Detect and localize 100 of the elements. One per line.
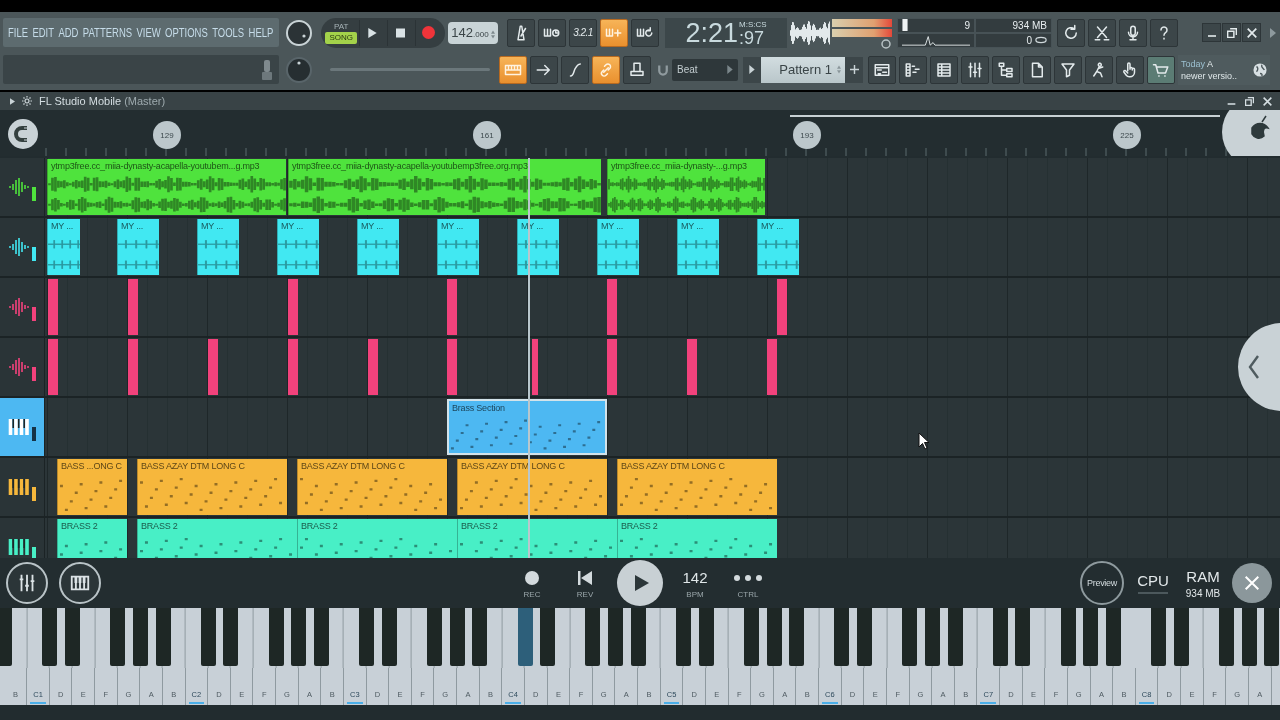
playlist-clip[interactable] bbox=[687, 339, 697, 395]
sharp-key[interactable] bbox=[1151, 608, 1167, 666]
playlist-clip[interactable]: ytmp3free.cc_miia-dynasty-...g.mp3 bbox=[607, 159, 765, 215]
menu-item[interactable]: HELP bbox=[248, 24, 274, 41]
playlist-clip[interactable] bbox=[777, 279, 787, 335]
sharp-key[interactable] bbox=[155, 608, 171, 666]
playlist-clip[interactable]: MY ... bbox=[197, 219, 239, 275]
countdown-button[interactable]: 3.2.1 bbox=[569, 18, 597, 47]
track-header[interactable] bbox=[0, 158, 45, 216]
cart-button[interactable] bbox=[1147, 55, 1175, 84]
sharp-key[interactable] bbox=[947, 608, 963, 666]
track-header[interactable] bbox=[0, 338, 45, 396]
tempo-field[interactable]: 142.000 bbox=[448, 21, 498, 44]
sharp-key[interactable] bbox=[1173, 608, 1189, 666]
playlist-clip[interactable]: MY ... bbox=[47, 219, 80, 275]
sharp-key[interactable] bbox=[427, 608, 443, 666]
sharp-key[interactable] bbox=[313, 608, 329, 666]
playlist-clip[interactable] bbox=[128, 339, 138, 395]
sharp-key[interactable] bbox=[132, 608, 148, 666]
playlist-clip[interactable] bbox=[767, 339, 777, 395]
playlist-clip[interactable]: MY ... bbox=[437, 219, 479, 275]
sharp-key[interactable] bbox=[630, 608, 646, 666]
playlist-clip[interactable]: BRASS 2 bbox=[457, 519, 617, 558]
settings-icon[interactable] bbox=[21, 95, 33, 107]
playlist-clip[interactable]: BRASS 2 bbox=[617, 519, 777, 558]
metronome-button[interactable] bbox=[507, 18, 535, 47]
playlist-clip[interactable]: MY ... bbox=[357, 219, 399, 275]
sharp-key[interactable] bbox=[291, 608, 307, 666]
playlist-button[interactable] bbox=[868, 55, 896, 84]
close-button[interactable] bbox=[1242, 23, 1261, 42]
sharp-key[interactable] bbox=[924, 608, 940, 666]
playlist-clip[interactable] bbox=[48, 279, 58, 335]
sharp-key[interactable] bbox=[834, 608, 850, 666]
playlist-clip[interactable] bbox=[607, 339, 617, 395]
stamp-button[interactable] bbox=[623, 55, 651, 84]
playlist-clip[interactable]: MY ... bbox=[277, 219, 319, 275]
playlist-clip[interactable] bbox=[532, 339, 538, 395]
mic-button[interactable] bbox=[1119, 18, 1147, 47]
restore-button[interactable] bbox=[1222, 23, 1241, 42]
sharp-key[interactable] bbox=[1083, 608, 1099, 666]
menu-item[interactable]: EDIT bbox=[32, 24, 55, 41]
sharp-key[interactable] bbox=[902, 608, 918, 666]
magnet-button[interactable] bbox=[8, 119, 38, 149]
minimize-button[interactable] bbox=[1202, 23, 1221, 42]
link-button[interactable] bbox=[592, 55, 620, 84]
caret-icon[interactable] bbox=[1270, 27, 1276, 38]
playlist-clip[interactable]: MY ... bbox=[757, 219, 799, 275]
playlist-clip[interactable]: ytmp3free.cc_miia-dynasty-acapella-youtubem...g.mp3 bbox=[47, 159, 286, 215]
sharp-key[interactable] bbox=[1264, 608, 1280, 666]
keyboard-button[interactable] bbox=[499, 55, 527, 84]
sharp-key[interactable] bbox=[857, 608, 873, 666]
playlist-clip[interactable]: BASS AZAY DTM LONG C bbox=[297, 459, 447, 515]
hand-button[interactable] bbox=[1116, 55, 1144, 84]
sharp-key[interactable] bbox=[268, 608, 284, 666]
playlist-clip[interactable] bbox=[607, 279, 617, 335]
playlist-clip[interactable] bbox=[368, 339, 378, 395]
tempo-value[interactable]: 142 bbox=[682, 567, 708, 588]
snap-dropdown[interactable]: Beat bbox=[672, 58, 738, 81]
preview-button[interactable]: Preview bbox=[1080, 561, 1124, 605]
track-header[interactable] bbox=[0, 218, 45, 276]
playlist-clip[interactable]: Brass Section bbox=[447, 399, 607, 455]
track-header[interactable] bbox=[0, 458, 45, 516]
sharp-key[interactable] bbox=[1015, 608, 1031, 666]
playlist-clip[interactable]: BRASS 2 bbox=[57, 519, 127, 558]
refresh-button[interactable] bbox=[1057, 18, 1085, 47]
sharp-key[interactable] bbox=[472, 608, 488, 666]
keyboard-button[interactable] bbox=[59, 562, 101, 604]
playlist-clip[interactable]: ytmp3free.cc_miia-dynasty-acapella-youtubemp3free.org.mp3 bbox=[288, 159, 601, 215]
sharp-key[interactable] bbox=[1105, 608, 1121, 666]
arrow-button[interactable] bbox=[530, 55, 558, 84]
playlist-clip[interactable] bbox=[48, 339, 58, 395]
pattern-menu-button[interactable] bbox=[743, 56, 761, 83]
loop-button[interactable] bbox=[631, 18, 659, 47]
sharp-key[interactable] bbox=[0, 608, 13, 666]
playlist-clip[interactable] bbox=[288, 279, 298, 335]
playlist-clip[interactable]: BASS AZAY DTM LONG C bbox=[137, 459, 287, 515]
browser-button[interactable] bbox=[992, 55, 1020, 84]
playlist-clip[interactable]: BASS ...ONG C bbox=[57, 459, 127, 515]
expand-arrow-icon[interactable] bbox=[10, 97, 15, 105]
sharp-key[interactable] bbox=[223, 608, 239, 666]
step-button[interactable] bbox=[600, 18, 628, 47]
plugin-button[interactable] bbox=[1054, 55, 1082, 84]
playlist-clip[interactable]: MY ... bbox=[117, 219, 159, 275]
sharp-key[interactable] bbox=[1060, 608, 1076, 666]
sharp-key[interactable] bbox=[992, 608, 1008, 666]
cross-button[interactable] bbox=[1088, 18, 1116, 47]
figure-button[interactable] bbox=[1085, 55, 1113, 84]
menu-item[interactable]: TOOLS bbox=[212, 24, 245, 41]
playlist-clip[interactable] bbox=[208, 339, 218, 395]
track-header[interactable] bbox=[0, 278, 45, 336]
sharp-key[interactable] bbox=[608, 608, 624, 666]
mode-toggle[interactable]: SONG bbox=[325, 32, 358, 44]
sharp-key[interactable] bbox=[381, 608, 397, 666]
playlist-clip[interactable]: MY ... bbox=[597, 219, 639, 275]
menu-item[interactable]: VIEW bbox=[136, 24, 161, 41]
pattern-selector[interactable]: Pattern 1 bbox=[761, 56, 845, 83]
sharp-key[interactable] bbox=[1219, 608, 1235, 666]
sharp-key[interactable] bbox=[359, 608, 375, 666]
track-header[interactable] bbox=[0, 398, 45, 456]
menu-item[interactable]: FILE bbox=[8, 24, 29, 41]
